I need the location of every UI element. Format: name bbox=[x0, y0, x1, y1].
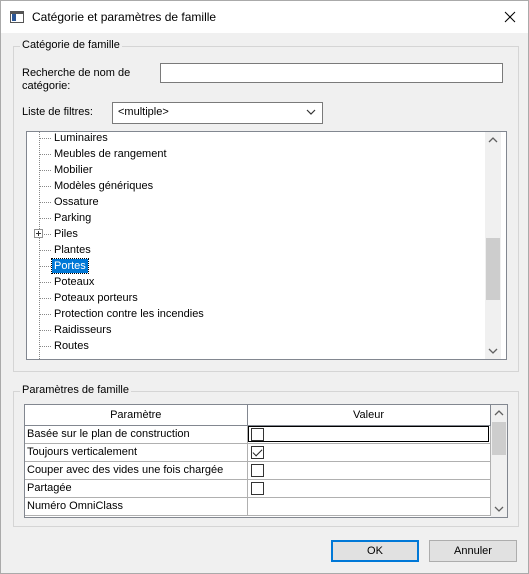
tree-item-label: Modèles génériques bbox=[54, 180, 154, 192]
tree-item-label: Protection contre les incendies bbox=[54, 308, 204, 320]
param-row[interactable]: Toujours verticalement bbox=[25, 443, 491, 462]
tree-item[interactable]: Piles bbox=[27, 226, 482, 242]
param-value[interactable] bbox=[247, 461, 491, 480]
tree-item[interactable]: Protection contre les incendies bbox=[27, 306, 482, 322]
params-table: Paramètre Valeur Basée sur le plan de co… bbox=[25, 405, 491, 516]
tree-item[interactable]: Meubles de rangement bbox=[27, 146, 482, 162]
tree-item[interactable]: Ossature bbox=[27, 194, 482, 210]
cancel-button[interactable]: Annuler bbox=[429, 540, 517, 562]
param-value[interactable] bbox=[247, 443, 491, 462]
tree-item[interactable]: Poteaux bbox=[27, 274, 482, 290]
param-value[interactable] bbox=[247, 497, 491, 516]
tree-item[interactable]: Parking bbox=[27, 210, 482, 226]
column-header-parameter[interactable]: Paramètre bbox=[25, 405, 248, 426]
scroll-up-icon[interactable] bbox=[485, 132, 501, 148]
param-name: Numéro OmniClass bbox=[25, 497, 248, 516]
close-button[interactable] bbox=[498, 5, 522, 29]
tree-connector-line bbox=[39, 330, 51, 331]
filter-list-value: <multiple> bbox=[118, 106, 169, 118]
tree-item[interactable]: Portes bbox=[27, 258, 482, 274]
family-params-group: Paramètres de famille Paramètre Valeur B… bbox=[13, 384, 519, 527]
tree-item-label: Piles bbox=[54, 228, 78, 240]
tree-item[interactable]: Poteaux porteurs bbox=[27, 290, 482, 306]
tree-item[interactable]: Routes bbox=[27, 338, 482, 354]
tree-item-label: Ossature bbox=[54, 196, 99, 208]
scroll-down-icon[interactable] bbox=[485, 343, 501, 359]
tree-item-label: Luminaires bbox=[54, 132, 108, 144]
tree-item-label: Poteaux bbox=[54, 276, 95, 288]
tree-connector-line bbox=[39, 218, 51, 219]
params-scroll-thumb[interactable] bbox=[492, 422, 506, 455]
ok-button[interactable]: OK bbox=[331, 540, 419, 562]
chevron-down-icon bbox=[306, 109, 316, 115]
tree-item[interactable]: Raidisseurs bbox=[27, 322, 482, 338]
param-row[interactable]: Couper avec des vides une fois chargée bbox=[25, 461, 491, 480]
tree-item[interactable]: Modèles génériques bbox=[27, 178, 482, 194]
expand-plus-icon[interactable] bbox=[34, 229, 43, 238]
param-row[interactable]: Numéro OmniClass bbox=[25, 497, 491, 516]
params-header-row: Paramètre Valeur bbox=[25, 405, 491, 426]
tree-item[interactable]: Plantes bbox=[27, 242, 482, 258]
tree-connector-line bbox=[39, 282, 51, 283]
tree-item-label: Poteaux porteurs bbox=[54, 292, 138, 304]
filter-list-label: Liste de filtres: bbox=[22, 106, 93, 118]
tree-connector-line bbox=[39, 186, 51, 187]
tree-connector-line bbox=[39, 314, 51, 315]
window-title: Catégorie et paramètres de famille bbox=[32, 10, 217, 24]
param-name: Basée sur le plan de construction bbox=[25, 425, 248, 444]
tree-connector-line bbox=[39, 250, 51, 251]
tree-scrollbar[interactable] bbox=[485, 132, 501, 359]
tree-item-label: Meubles de rangement bbox=[54, 148, 167, 160]
tree-item[interactable]: Mobilier bbox=[27, 162, 482, 178]
params-body: Basée sur le plan de construction Toujour… bbox=[25, 425, 491, 516]
checkbox[interactable] bbox=[250, 427, 264, 441]
tree-connector-line bbox=[39, 266, 51, 267]
dialog-window: Catégorie et paramètres de famille Catég… bbox=[0, 0, 529, 574]
column-header-value[interactable]: Valeur bbox=[247, 405, 491, 426]
tree-item-label: Routes bbox=[54, 340, 89, 352]
category-search-input[interactable] bbox=[160, 63, 503, 83]
scroll-down-icon[interactable] bbox=[491, 501, 507, 517]
param-name: Toujours verticalement bbox=[25, 443, 248, 462]
search-label-line2: catégorie: bbox=[22, 80, 71, 92]
param-row[interactable]: Partagée bbox=[25, 479, 491, 498]
tree-connector-line bbox=[39, 138, 51, 139]
tree-connector-line bbox=[39, 298, 51, 299]
scroll-up-icon[interactable] bbox=[491, 405, 507, 421]
filter-list-dropdown[interactable]: <multiple> bbox=[112, 102, 323, 124]
param-value[interactable] bbox=[247, 479, 491, 498]
tree-item[interactable]: Luminaires bbox=[27, 132, 482, 146]
tree-item-label: Mobilier bbox=[54, 164, 93, 176]
title-bar: Catégorie et paramètres de famille bbox=[1, 1, 528, 33]
tree-connector-line bbox=[39, 202, 51, 203]
tree-connector-line bbox=[39, 170, 51, 171]
param-value[interactable] bbox=[247, 425, 491, 444]
tree-connector-line bbox=[39, 346, 51, 347]
checkbox-checked[interactable] bbox=[250, 445, 264, 459]
tree-item-label: Portes bbox=[51, 258, 89, 274]
category-group-label: Catégorie de famille bbox=[20, 39, 122, 51]
params-scrollbar[interactable] bbox=[491, 405, 507, 517]
search-label-line1: Recherche de nom de bbox=[22, 67, 131, 79]
checkbox[interactable] bbox=[250, 463, 264, 477]
tree-item-label: Plantes bbox=[54, 244, 91, 256]
category-group: Catégorie de famille Recherche de nom de… bbox=[13, 39, 519, 372]
tree-item-label: Parking bbox=[54, 212, 92, 224]
param-name: Couper avec des vides une fois chargée bbox=[25, 461, 248, 480]
family-params-grid[interactable]: Paramètre Valeur Basée sur le plan de co… bbox=[24, 404, 508, 518]
tree-scroll-thumb[interactable] bbox=[486, 238, 500, 300]
tree-item-label: Raidisseurs bbox=[54, 324, 112, 336]
param-row[interactable]: Basée sur le plan de construction bbox=[25, 425, 491, 444]
close-icon bbox=[504, 11, 516, 23]
checkbox[interactable] bbox=[250, 481, 264, 495]
tree-connector-line bbox=[39, 154, 51, 155]
window-icon bbox=[10, 11, 24, 23]
param-name: Partagée bbox=[25, 479, 248, 498]
search-label: Recherche de nom de catégorie: bbox=[22, 67, 130, 93]
category-tree[interactable]: Luminaires Meubles de rangement Mobilier Mo… bbox=[26, 131, 507, 360]
family-params-group-label: Paramètres de famille bbox=[20, 384, 131, 396]
